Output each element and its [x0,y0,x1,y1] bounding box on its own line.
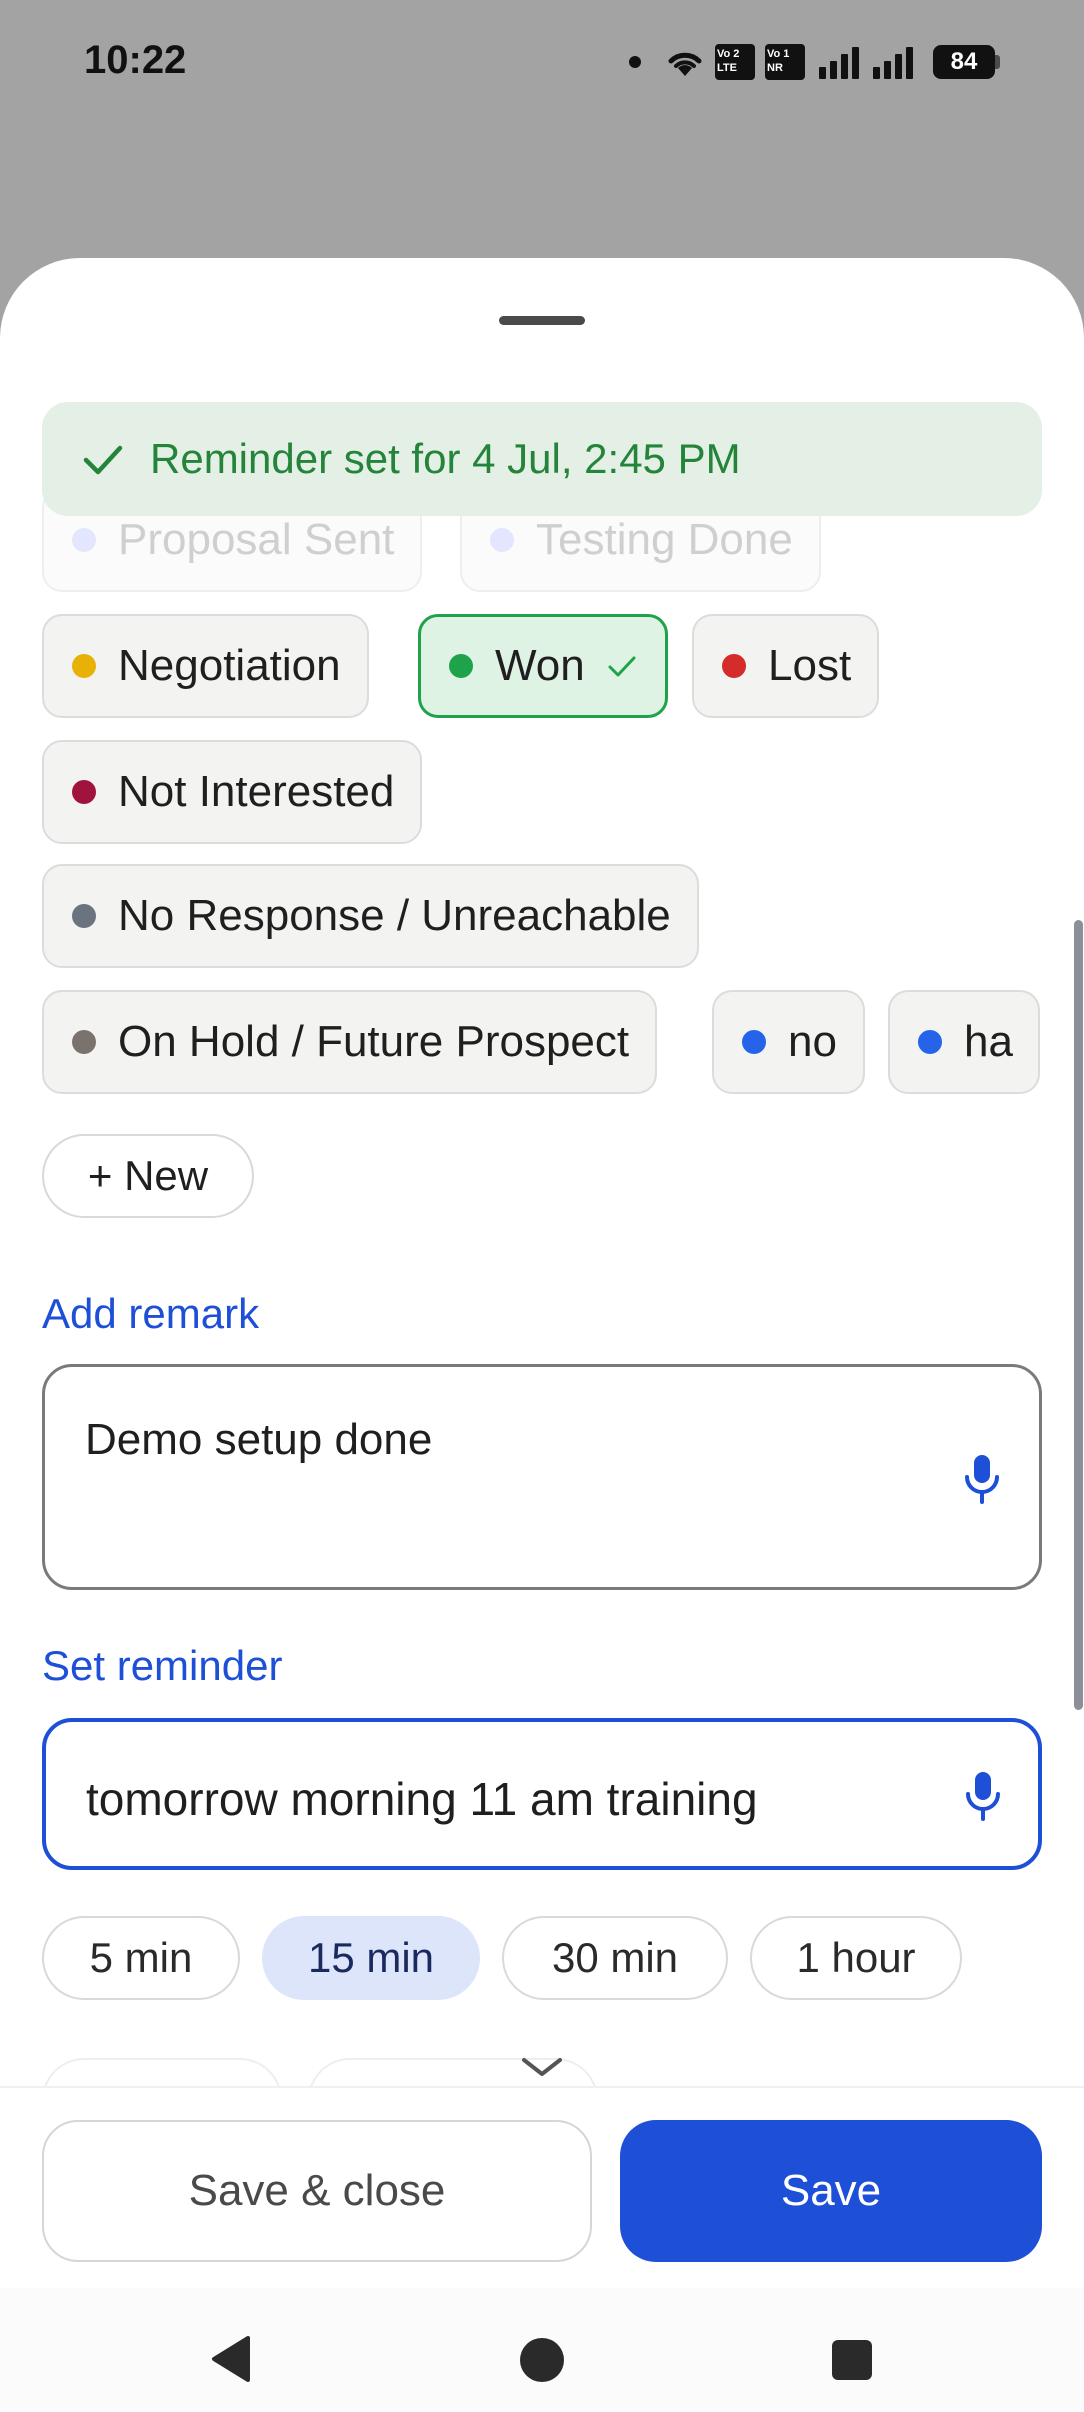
stage-chip-on-hold[interactable]: On Hold / Future Prospect [42,990,658,1094]
status-dot-icon [742,1030,766,1054]
signal-icon-sim1 [819,45,859,79]
check-icon [608,656,636,677]
microphone-icon[interactable] [961,1453,1003,1505]
status-dot-icon [490,528,514,552]
status-dot-icon [72,654,96,678]
status-dot-icon [72,904,96,928]
new-stage-button[interactable]: + New [42,1134,254,1218]
reminder-toast: Reminder set for 4 Jul, 2:45 PM [42,402,1042,516]
status-dot-icon [722,654,746,678]
drag-handle[interactable] [499,316,585,325]
battery-icon: 84 [933,45,1000,79]
add-remark-label: Add remark [42,1290,260,1337]
volte-lte-icon: Vo 2 LTE [715,44,755,80]
action-footer: Save & close Save [0,2086,1084,2286]
toast-text: Reminder set for 4 Jul, 2:45 PM [150,435,741,482]
quick-option-5-min[interactable]: 5 min [42,1916,240,2000]
stage-chip-no-response[interactable]: No Response / Unreachable [42,864,699,968]
status-dot-icon [72,780,96,804]
status-icons: Vo 2 LTE Vo 1 NR 84 [629,42,1000,82]
bottom-sheet: Reminder set for 4 Jul, 2:45 PM Proposal… [0,258,1084,2412]
stage-chip-won[interactable]: Won [418,614,668,718]
system-nav-bar [0,2288,1084,2412]
check-icon [83,445,123,475]
home-icon[interactable] [520,2338,564,2382]
signal-icon-sim2 [873,45,913,79]
status-dot-icon [72,528,96,552]
quick-option-1-hour[interactable]: 1 hour [750,1916,962,2000]
scrollbar[interactable] [1074,920,1083,1710]
chevron-down-icon[interactable] [518,2052,566,2080]
quick-option-15-min[interactable]: 15 min [262,1916,480,2000]
volte-nr-icon: Vo 1 NR [765,44,805,80]
stage-chip-not-interested[interactable]: Not Interested [42,740,423,844]
stage-chip-lost[interactable]: Lost [692,614,880,718]
remark-input-value: Demo setup done [85,1415,433,1464]
set-reminder-label: Set reminder [42,1642,283,1689]
stage-chip-ha[interactable]: ha [888,990,1040,1094]
stage-chip-no[interactable]: no [712,990,865,1094]
battery-level: 84 [933,45,995,79]
microphone-icon[interactable] [962,1770,1004,1822]
status-dot-icon [449,654,473,678]
remark-input[interactable]: Demo setup done [42,1364,1042,1590]
stage-chip-negotiation[interactable]: Negotiation [42,614,369,718]
status-bar: 10:22 Vo 2 LTE Vo 1 NR 84 [0,0,1084,130]
status-dot-icon [72,1030,96,1054]
status-time: 10:22 [84,38,187,82]
recent-apps-icon[interactable] [832,2340,872,2380]
save-button[interactable]: Save [620,2120,1042,2262]
reminder-input-value: tomorrow morning 11 am training [86,1773,758,1825]
quick-option-30-min[interactable]: 30 min [502,1916,728,2000]
back-icon[interactable] [208,2334,252,2384]
status-dot-icon [918,1030,942,1054]
wifi-icon [668,52,702,76]
save-and-close-button[interactable]: Save & close [42,2120,592,2262]
reminder-input[interactable]: tomorrow morning 11 am training [42,1718,1042,1870]
notification-dot-icon [629,56,641,68]
